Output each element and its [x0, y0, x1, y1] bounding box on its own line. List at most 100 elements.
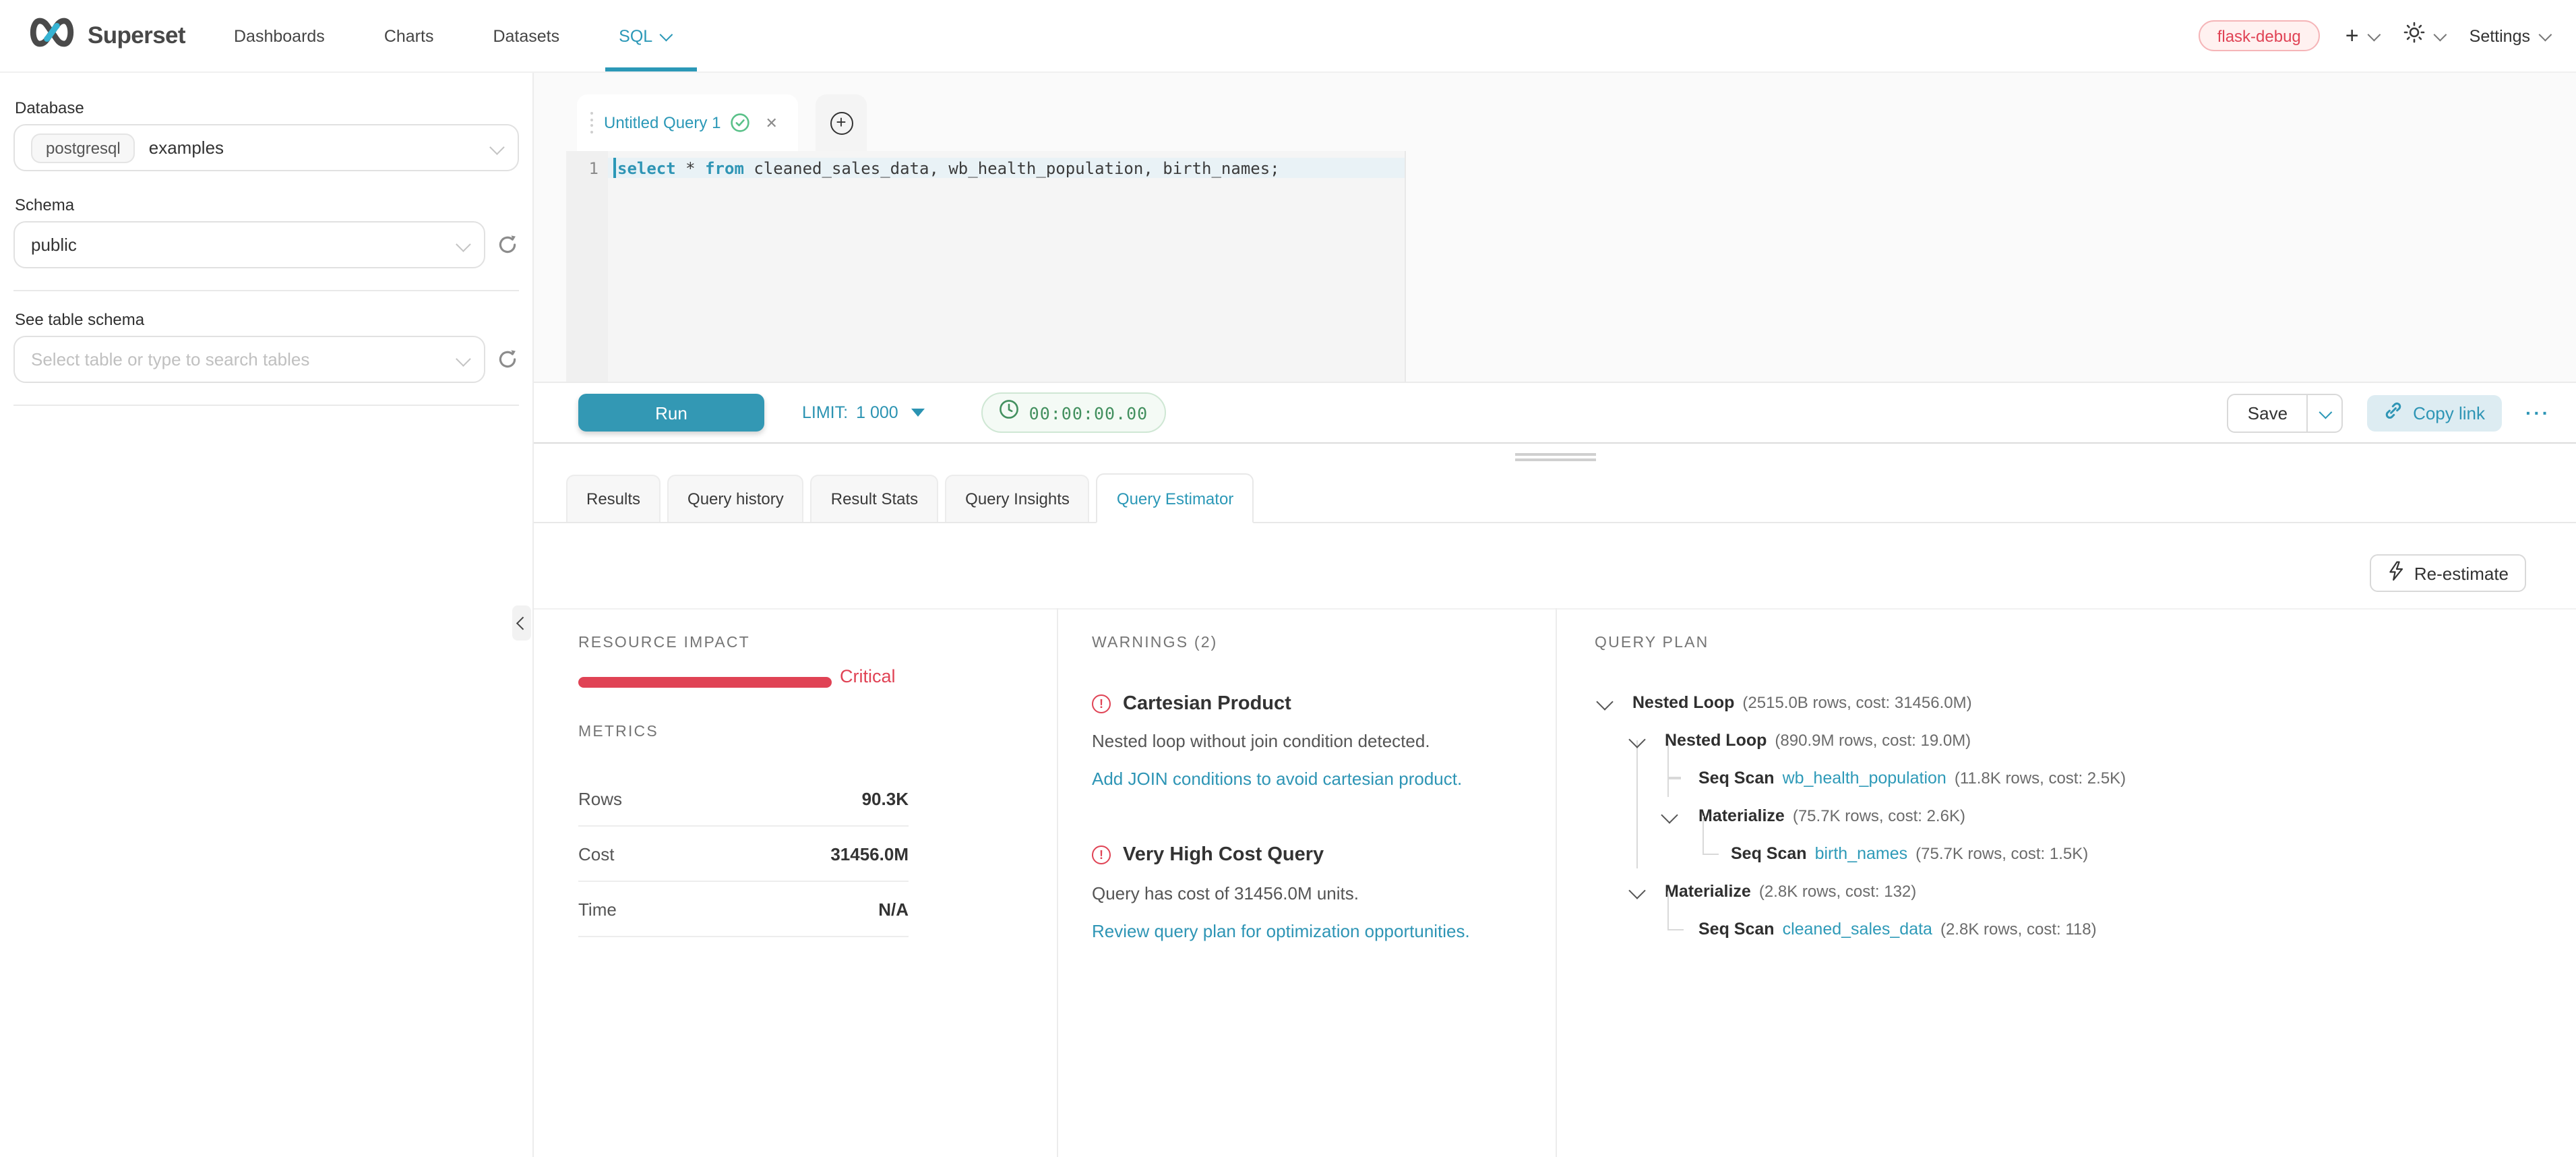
drag-handle-icon[interactable]	[590, 113, 593, 134]
settings-menu[interactable]: Settings	[2470, 26, 2549, 45]
brand-name: Superset	[88, 22, 185, 50]
panel-header-divider	[534, 608, 2576, 610]
sql-keyword: select	[617, 159, 676, 178]
superset-logo[interactable]: Superset	[27, 16, 185, 55]
query-plan-column: QUERY PLAN Nested Loop (2515.0B rows, co…	[1595, 635, 2552, 651]
chevron-down-icon	[456, 236, 471, 251]
plan-node: Materialize (2.8K rows, cost: 132)	[1595, 872, 2552, 910]
add-menu-button[interactable]: +	[2345, 24, 2378, 47]
tree-elbow-connector	[1667, 891, 1683, 930]
database-select[interactable]: postgresql examples	[13, 124, 519, 171]
chevron-down-icon[interactable]	[1628, 882, 1645, 899]
save-button[interactable]: Save	[2229, 394, 2306, 431]
environment-badge: flask-debug	[2199, 20, 2320, 51]
warning-suggestion-link[interactable]: Review query plan for optimization oppor…	[1092, 921, 1470, 941]
table-link[interactable]: cleaned_sales_data	[1783, 920, 1932, 939]
plan-node: Seq Scan birth_names (75.7K rows, cost: …	[1595, 835, 2552, 872]
plus-circle-icon: +	[830, 111, 853, 134]
plan-node: Nested Loop (890.9M rows, cost: 19.0M)	[1595, 721, 2552, 759]
reestimate-label: Re-estimate	[2414, 563, 2509, 583]
lightning-icon	[2387, 561, 2405, 585]
nav-item-charts[interactable]: Charts	[384, 0, 434, 71]
schema-value: public	[31, 235, 77, 255]
query-tab-title: Untitled Query 1	[604, 113, 720, 132]
navbar: Superset Dashboards Charts Datasets SQL …	[0, 0, 2576, 73]
theme-toggle-button[interactable]	[2403, 22, 2444, 50]
sql-keyword: from	[705, 159, 744, 178]
database-label: Database	[15, 98, 519, 117]
nav-item-sql[interactable]: SQL	[619, 0, 670, 71]
warning-item: ! Cartesian Product	[1092, 693, 1291, 715]
plan-node: Seq Scan cleaned_sales_data (2.8K rows, …	[1595, 910, 2552, 948]
save-split-button[interactable]: Save	[2228, 393, 2343, 432]
settings-label: Settings	[2470, 26, 2530, 45]
new-query-tab-button[interactable]: +	[816, 94, 867, 151]
warning-suggestion-link[interactable]: Add JOIN conditions to avoid cartesian p…	[1092, 769, 1462, 789]
tab-results[interactable]: Results	[566, 475, 661, 522]
sql-code-line[interactable]: select * from cleaned_sales_data, wb_hea…	[617, 159, 1280, 178]
query-timer: 00:00:00.00	[982, 392, 1166, 433]
run-query-button[interactable]: Run	[578, 394, 764, 432]
warning-description: Nested loop without join condition detec…	[1092, 731, 1430, 751]
close-tab-icon[interactable]: ✕	[765, 114, 777, 131]
resource-impact-column: RESOURCE IMPACT Critical METRICS Rows 90…	[578, 635, 909, 651]
query-estimator-panel: Re-estimate RESOURCE IMPACT Critical MET…	[534, 523, 2576, 1157]
tree-elbow-connector	[1702, 816, 1718, 855]
chevron-down-icon[interactable]	[1661, 806, 1678, 823]
clock-icon	[1000, 399, 1020, 426]
table-link[interactable]: birth_names	[1815, 844, 1908, 863]
chevron-down-icon[interactable]	[1628, 731, 1645, 748]
plan-node: Materialize (75.7K rows, cost: 2.6K)	[1595, 797, 2552, 835]
warning-description: Query has cost of 31456.0M units.	[1092, 883, 1359, 903]
tab-query-insights[interactable]: Query Insights	[945, 475, 1090, 522]
sqllab-main: Untitled Query 1 ✕ +	[534, 73, 2576, 1157]
panel-gap	[534, 444, 2576, 468]
editor-gutter	[566, 151, 608, 382]
resize-handle[interactable]	[1514, 453, 1595, 464]
refresh-schemas-button[interactable]	[496, 233, 519, 256]
nav-item-datasets[interactable]: Datasets	[493, 0, 559, 71]
chevron-down-icon[interactable]	[1596, 693, 1613, 710]
metrics-table: Rows 90.3K Cost 31456.0M Time N/A	[578, 771, 909, 937]
sqllab-sidebar: Database postgresql examples Schema publ…	[0, 73, 534, 1157]
table-link[interactable]: wb_health_population	[1783, 769, 1946, 788]
query-tab-bar: Untitled Query 1 ✕ +	[534, 73, 2576, 151]
schema-select[interactable]: public	[13, 221, 485, 268]
sun-icon	[2403, 22, 2425, 50]
caret-down-icon	[912, 409, 925, 417]
plus-icon: +	[2345, 24, 2359, 47]
tab-query-history[interactable]: Query history	[667, 475, 804, 522]
impact-level-label: Critical	[840, 666, 896, 686]
more-actions-button[interactable]: ···	[2525, 402, 2550, 423]
refresh-tables-button[interactable]	[496, 348, 519, 371]
query-plan-heading: QUERY PLAN	[1595, 635, 2552, 651]
sql-editor[interactable]: 1 select * from cleaned_sales_data, wb_h…	[534, 151, 2576, 382]
limit-dropdown[interactable]: LIMIT: 1 000	[802, 403, 925, 422]
copy-link-label: Copy link	[2413, 403, 2485, 423]
collapse-sidebar-button[interactable]	[512, 605, 531, 641]
limit-value: 1 000	[856, 403, 898, 422]
chevron-down-icon	[660, 28, 673, 42]
table-select[interactable]: Select table or type to search tables	[13, 336, 485, 383]
tab-query-estimator[interactable]: Query Estimator	[1097, 473, 1254, 523]
sql-text: *	[676, 159, 705, 178]
column-divider	[1556, 608, 1557, 1157]
copy-link-button[interactable]: Copy link	[2367, 394, 2501, 431]
save-options-caret[interactable]	[2308, 394, 2341, 431]
editor-content-area	[608, 151, 1405, 382]
warnings-heading: WARNINGS (2)	[1092, 635, 1537, 651]
check-circle-icon	[730, 113, 749, 132]
nav-item-dashboards[interactable]: Dashboards	[234, 0, 325, 71]
plan-node: Seq Scan wb_health_population (11.8K row…	[1595, 759, 2552, 797]
tab-result-stats[interactable]: Result Stats	[811, 475, 938, 522]
warning-circle-icon: !	[1092, 694, 1111, 713]
superset-infinity-icon	[27, 16, 77, 55]
sql-text: cleaned_sales_data, wb_health_population…	[744, 159, 1280, 178]
line-number: 1	[566, 159, 599, 178]
reestimate-button[interactable]: Re-estimate	[2370, 554, 2526, 592]
query-tab[interactable]: Untitled Query 1 ✕	[577, 94, 798, 151]
plan-node: Nested Loop (2515.0B rows, cost: 31456.0…	[1595, 684, 2552, 721]
chevron-left-icon	[517, 617, 529, 629]
tree-tee-connector	[1667, 751, 1683, 797]
database-engine-tag: postgresql	[31, 133, 135, 162]
